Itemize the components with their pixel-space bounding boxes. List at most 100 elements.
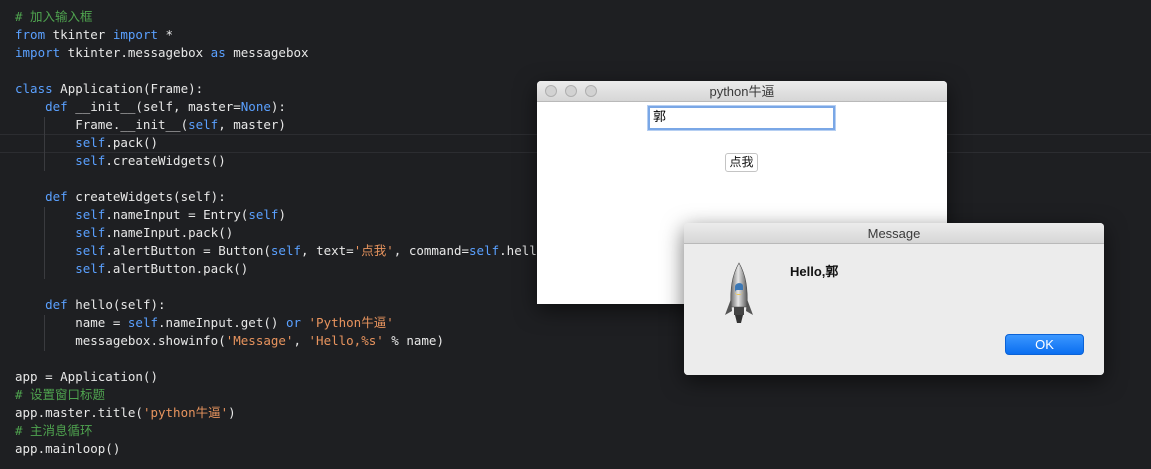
code-line: # 加入输入框: [15, 8, 93, 26]
zoom-icon[interactable]: [585, 85, 597, 97]
code-line: app.mainloop(): [15, 440, 120, 458]
python-rocket-icon: [725, 262, 753, 323]
code-token: self: [270, 243, 302, 258]
code-token: .nameInput.pack(): [105, 225, 234, 240]
code-token: def: [45, 189, 68, 204]
code-line: name = self.nameInput.get() or 'Python牛逼…: [15, 314, 394, 332]
code-token: ,: [293, 333, 309, 348]
code-token: # 主消息循环: [15, 423, 93, 438]
code-token: as: [210, 45, 226, 60]
code-token: class: [15, 81, 53, 96]
code-token: __init__(self, master=: [67, 99, 241, 114]
code-token: Frame.__init__(: [15, 117, 189, 132]
code-line: class Application(Frame):: [15, 80, 203, 98]
code-line: def hello(self):: [15, 296, 166, 314]
code-token: createWidgets(self):: [67, 189, 226, 204]
code-line: self.pack(): [15, 134, 158, 152]
code-token: tkinter.messagebox: [60, 45, 211, 60]
code-line: Frame.__init__(self, master): [15, 116, 286, 134]
code-token: , command=: [393, 243, 470, 258]
close-icon[interactable]: [545, 85, 557, 97]
code-token: ):: [270, 99, 286, 114]
code-token: None: [240, 99, 271, 114]
code-token: , text=: [301, 243, 354, 258]
code-line: def __init__(self, master=None):: [15, 98, 286, 116]
code-token: 'Hello,%s': [308, 333, 384, 348]
code-token: .alertButton.pack(): [105, 261, 249, 276]
code-token: def: [45, 99, 68, 114]
code-token: # 加入输入框: [15, 9, 93, 24]
code-token: .nameInput = Entry(: [105, 207, 249, 222]
code-token: ): [228, 405, 236, 420]
code-token: self: [127, 315, 158, 330]
code-line: self.alertButton.pack(): [15, 260, 248, 278]
code-token: self: [75, 153, 106, 168]
code-token: self: [75, 243, 106, 258]
code-token: 'Message': [225, 333, 294, 348]
code-token: self: [75, 207, 106, 222]
code-token: self: [188, 117, 219, 132]
message-dialog-body: Hello,郭 OK: [684, 244, 1104, 375]
code-token: ): [278, 207, 286, 222]
code-line: self.createWidgets(): [15, 152, 226, 170]
code-token: app.master.title(: [15, 405, 143, 420]
code-line: from tkinter import *: [15, 26, 173, 44]
minimize-icon[interactable]: [565, 85, 577, 97]
code-token: hello(self):: [67, 297, 166, 312]
code-line: self.nameInput = Entry(self): [15, 206, 286, 224]
code-line: app = Application(): [15, 368, 158, 386]
code-line: # 主消息循环: [15, 422, 93, 440]
code-token: from: [15, 27, 46, 42]
code-token: Application(Frame):: [52, 81, 204, 96]
code-line: import tkinter.messagebox as messagebox: [15, 44, 309, 62]
code-token: import: [112, 27, 158, 42]
code-token: % name): [383, 333, 444, 348]
code-token: self: [75, 225, 106, 240]
ok-button[interactable]: OK: [1005, 334, 1084, 355]
message-dialog-title: Message: [867, 226, 921, 241]
code-line: app.master.title('python牛逼'): [15, 404, 236, 422]
code-token: name =: [15, 315, 128, 330]
code-line: def createWidgets(self):: [15, 188, 226, 206]
code-token: .nameInput.get(): [158, 315, 286, 330]
alert-button[interactable]: 点我: [725, 153, 758, 172]
code-token: self: [469, 243, 500, 258]
code-token: 'Python牛逼': [308, 315, 394, 330]
code-line: # 设置窗口标题: [15, 386, 105, 404]
code-token: self: [248, 207, 279, 222]
code-token: def: [45, 297, 68, 312]
code-token: .alertButton = Button(: [105, 243, 271, 258]
message-dialog: Message Hello,郭 OK: [684, 223, 1104, 375]
code-token: '点我': [353, 243, 394, 258]
name-input[interactable]: 郭: [648, 106, 835, 130]
code-token: self: [75, 261, 106, 276]
code-line: self.alertButton = Button(self, text='点我…: [15, 242, 552, 260]
message-text: Hello,郭: [790, 264, 839, 279]
code-token: , master): [218, 117, 286, 132]
code-token: messagebox.showinfo(: [15, 333, 226, 348]
code-token: tkinter: [45, 27, 113, 42]
code-token: .createWidgets(): [105, 153, 226, 168]
code-token: self: [75, 135, 106, 150]
code-token: # 设置窗口标题: [15, 387, 106, 402]
code-line: messagebox.showinfo('Message', 'Hello,%s…: [15, 332, 444, 350]
message-dialog-titlebar[interactable]: Message: [684, 223, 1104, 244]
code-token: import: [15, 45, 61, 60]
code-token: messagebox: [225, 45, 309, 60]
code-token: *: [158, 27, 174, 42]
code-line: self.nameInput.pack(): [15, 224, 233, 242]
code-token: or: [285, 315, 301, 330]
app-window-titlebar[interactable]: python牛逼: [537, 81, 947, 102]
code-token: 'python牛逼': [142, 405, 229, 420]
code-token: app.mainloop(): [15, 441, 121, 456]
